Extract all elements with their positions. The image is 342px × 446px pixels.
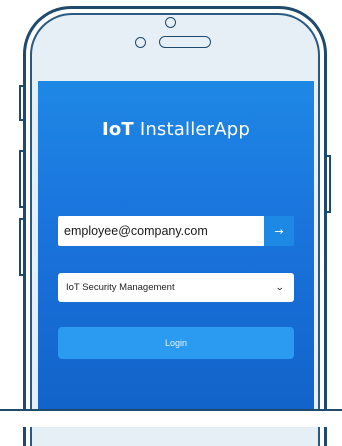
tenant-select[interactable]: IoT Security Management ⌄ bbox=[58, 273, 294, 302]
login-button[interactable]: Login bbox=[58, 327, 294, 359]
earpiece-speaker-icon bbox=[159, 36, 211, 48]
brand-bold-text: IoT bbox=[101, 119, 134, 140]
tenant-select-value: IoT Security Management bbox=[66, 282, 175, 293]
email-input[interactable] bbox=[58, 216, 264, 246]
brand-light-text: InstallerApp bbox=[139, 119, 251, 140]
email-submit-button[interactable]: → bbox=[264, 216, 294, 246]
app-logo-title: IoT InstallerApp bbox=[38, 119, 314, 140]
front-camera-icon bbox=[165, 17, 176, 28]
bottom-area bbox=[0, 411, 342, 427]
email-field-group: → bbox=[58, 216, 294, 246]
phone-mockup-scene: IoT InstallerApp → IoT Security Manageme… bbox=[0, 0, 342, 446]
app-screen: IoT InstallerApp → IoT Security Manageme… bbox=[38, 81, 314, 411]
arrow-right-icon: → bbox=[274, 224, 284, 238]
login-button-label: Login bbox=[164, 338, 188, 348]
proximity-sensor-icon bbox=[135, 37, 146, 48]
chevron-down-icon: ⌄ bbox=[275, 282, 286, 293]
